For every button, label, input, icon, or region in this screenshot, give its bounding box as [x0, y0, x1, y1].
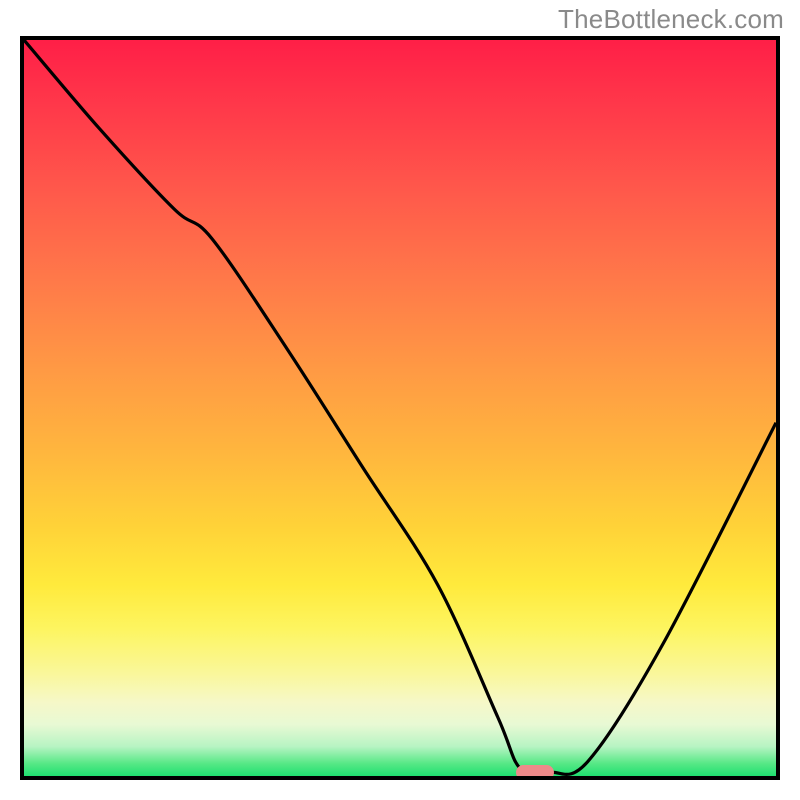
optimal-marker — [516, 765, 554, 780]
watermark-text: TheBottleneck.com — [558, 4, 784, 35]
curve-svg — [24, 40, 776, 776]
plot-frame — [20, 36, 780, 780]
bottleneck-curve — [24, 40, 776, 774]
chart-container: TheBottleneck.com — [0, 0, 800, 800]
